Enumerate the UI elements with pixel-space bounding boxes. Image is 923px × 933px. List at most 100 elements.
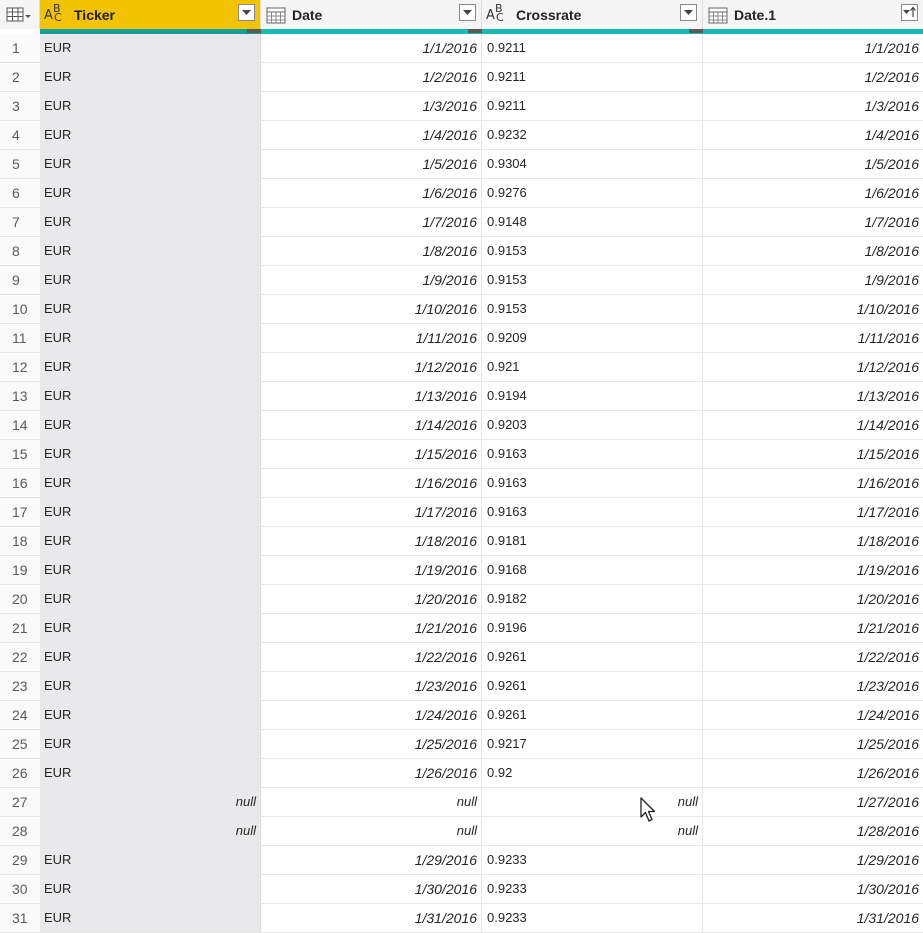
cell-crossrate[interactable]: null	[482, 817, 703, 845]
cell-crossrate[interactable]: 0.9182	[482, 585, 703, 613]
cell-date1[interactable]: 1/19/2016	[703, 556, 923, 584]
cell-ticker[interactable]: EUR	[40, 382, 261, 410]
row-number[interactable]: 8	[0, 237, 40, 265]
cell-ticker[interactable]: EUR	[40, 556, 261, 584]
cell-date[interactable]: 1/4/2016	[261, 121, 482, 149]
cell-date1[interactable]: 1/27/2016	[703, 788, 923, 816]
cell-crossrate[interactable]: 0.9181	[482, 527, 703, 555]
cell-crossrate[interactable]: null	[482, 788, 703, 816]
cell-ticker[interactable]: EUR	[40, 846, 261, 874]
cell-date1[interactable]: 1/31/2016	[703, 904, 923, 932]
cell-date[interactable]: 1/7/2016	[261, 208, 482, 236]
cell-date[interactable]: 1/17/2016	[261, 498, 482, 526]
cell-ticker[interactable]: EUR	[40, 440, 261, 468]
cell-crossrate[interactable]: 0.9163	[482, 498, 703, 526]
column-header-date1[interactable]: Date.1	[703, 0, 923, 29]
cell-date1[interactable]: 1/8/2016	[703, 237, 923, 265]
cell-date1[interactable]: 1/13/2016	[703, 382, 923, 410]
row-number[interactable]: 5	[0, 150, 40, 178]
cell-date1[interactable]: 1/30/2016	[703, 875, 923, 903]
row-number[interactable]: 12	[0, 353, 40, 381]
cell-date[interactable]: 1/12/2016	[261, 353, 482, 381]
row-number[interactable]: 7	[0, 208, 40, 236]
cell-date1[interactable]: 1/21/2016	[703, 614, 923, 642]
cell-date[interactable]: 1/26/2016	[261, 759, 482, 787]
sort-filter-button[interactable]	[901, 4, 918, 21]
row-number[interactable]: 20	[0, 585, 40, 613]
row-number[interactable]: 6	[0, 179, 40, 207]
cell-ticker[interactable]: EUR	[40, 643, 261, 671]
cell-date1[interactable]: 1/3/2016	[703, 92, 923, 120]
cell-ticker[interactable]: EUR	[40, 875, 261, 903]
row-number[interactable]: 22	[0, 643, 40, 671]
cell-date[interactable]: 1/2/2016	[261, 63, 482, 91]
cell-crossrate[interactable]: 0.9233	[482, 846, 703, 874]
row-number[interactable]: 24	[0, 701, 40, 729]
cell-crossrate[interactable]: 0.9261	[482, 672, 703, 700]
cell-date[interactable]: 1/1/2016	[261, 34, 482, 62]
cell-ticker[interactable]: EUR	[40, 179, 261, 207]
cell-date1[interactable]: 1/16/2016	[703, 469, 923, 497]
cell-date[interactable]: 1/9/2016	[261, 266, 482, 294]
cell-ticker[interactable]: EUR	[40, 237, 261, 265]
cell-date[interactable]: 1/15/2016	[261, 440, 482, 468]
cell-crossrate[interactable]: 0.9153	[482, 237, 703, 265]
cell-crossrate[interactable]: 0.9203	[482, 411, 703, 439]
cell-crossrate[interactable]: 0.9232	[482, 121, 703, 149]
cell-date1[interactable]: 1/28/2016	[703, 817, 923, 845]
cell-date1[interactable]: 1/5/2016	[703, 150, 923, 178]
cell-crossrate[interactable]: 0.9276	[482, 179, 703, 207]
cell-crossrate[interactable]: 0.9209	[482, 324, 703, 352]
cell-crossrate[interactable]: 0.921	[482, 353, 703, 381]
cell-date1[interactable]: 1/9/2016	[703, 266, 923, 294]
cell-crossrate[interactable]: 0.9304	[482, 150, 703, 178]
cell-ticker[interactable]: EUR	[40, 904, 261, 932]
cell-crossrate[interactable]: 0.9261	[482, 701, 703, 729]
cell-ticker[interactable]: EUR	[40, 353, 261, 381]
cell-crossrate[interactable]: 0.9148	[482, 208, 703, 236]
cell-crossrate[interactable]: 0.9163	[482, 440, 703, 468]
cell-date1[interactable]: 1/23/2016	[703, 672, 923, 700]
cell-crossrate[interactable]: 0.9153	[482, 266, 703, 294]
cell-date1[interactable]: 1/17/2016	[703, 498, 923, 526]
cell-date[interactable]: 1/25/2016	[261, 730, 482, 758]
cell-crossrate[interactable]: 0.9233	[482, 875, 703, 903]
row-number[interactable]: 14	[0, 411, 40, 439]
cell-date[interactable]: 1/29/2016	[261, 846, 482, 874]
cell-ticker[interactable]: EUR	[40, 295, 261, 323]
cell-date[interactable]: 1/5/2016	[261, 150, 482, 178]
cell-crossrate[interactable]: 0.9211	[482, 34, 703, 62]
cell-date1[interactable]: 1/15/2016	[703, 440, 923, 468]
cell-ticker[interactable]: null	[40, 788, 261, 816]
filter-dropdown-button[interactable]	[680, 4, 697, 21]
table-menu-button[interactable]	[0, 0, 40, 29]
cell-date[interactable]: 1/13/2016	[261, 382, 482, 410]
cell-crossrate[interactable]: 0.9211	[482, 63, 703, 91]
cell-ticker[interactable]: EUR	[40, 672, 261, 700]
cell-ticker[interactable]: EUR	[40, 701, 261, 729]
cell-date[interactable]: null	[261, 788, 482, 816]
row-number[interactable]: 9	[0, 266, 40, 294]
cell-date1[interactable]: 1/11/2016	[703, 324, 923, 352]
cell-date[interactable]: null	[261, 817, 482, 845]
cell-date[interactable]: 1/11/2016	[261, 324, 482, 352]
cell-ticker[interactable]: EUR	[40, 759, 261, 787]
cell-date[interactable]: 1/16/2016	[261, 469, 482, 497]
filter-dropdown-button[interactable]	[459, 4, 476, 21]
cell-crossrate[interactable]: 0.9194	[482, 382, 703, 410]
cell-crossrate[interactable]: 0.9233	[482, 904, 703, 932]
cell-date[interactable]: 1/18/2016	[261, 527, 482, 555]
row-number[interactable]: 10	[0, 295, 40, 323]
cell-date1[interactable]: 1/1/2016	[703, 34, 923, 62]
cell-date1[interactable]: 1/25/2016	[703, 730, 923, 758]
column-header-ticker[interactable]: A B C Ticker	[40, 0, 261, 29]
cell-date1[interactable]: 1/2/2016	[703, 63, 923, 91]
cell-crossrate[interactable]: 0.9217	[482, 730, 703, 758]
cell-ticker[interactable]: EUR	[40, 730, 261, 758]
cell-crossrate[interactable]: 0.9211	[482, 92, 703, 120]
row-number[interactable]: 4	[0, 121, 40, 149]
cell-ticker[interactable]: EUR	[40, 614, 261, 642]
cell-date[interactable]: 1/23/2016	[261, 672, 482, 700]
cell-date1[interactable]: 1/24/2016	[703, 701, 923, 729]
cell-crossrate[interactable]: 0.9196	[482, 614, 703, 642]
